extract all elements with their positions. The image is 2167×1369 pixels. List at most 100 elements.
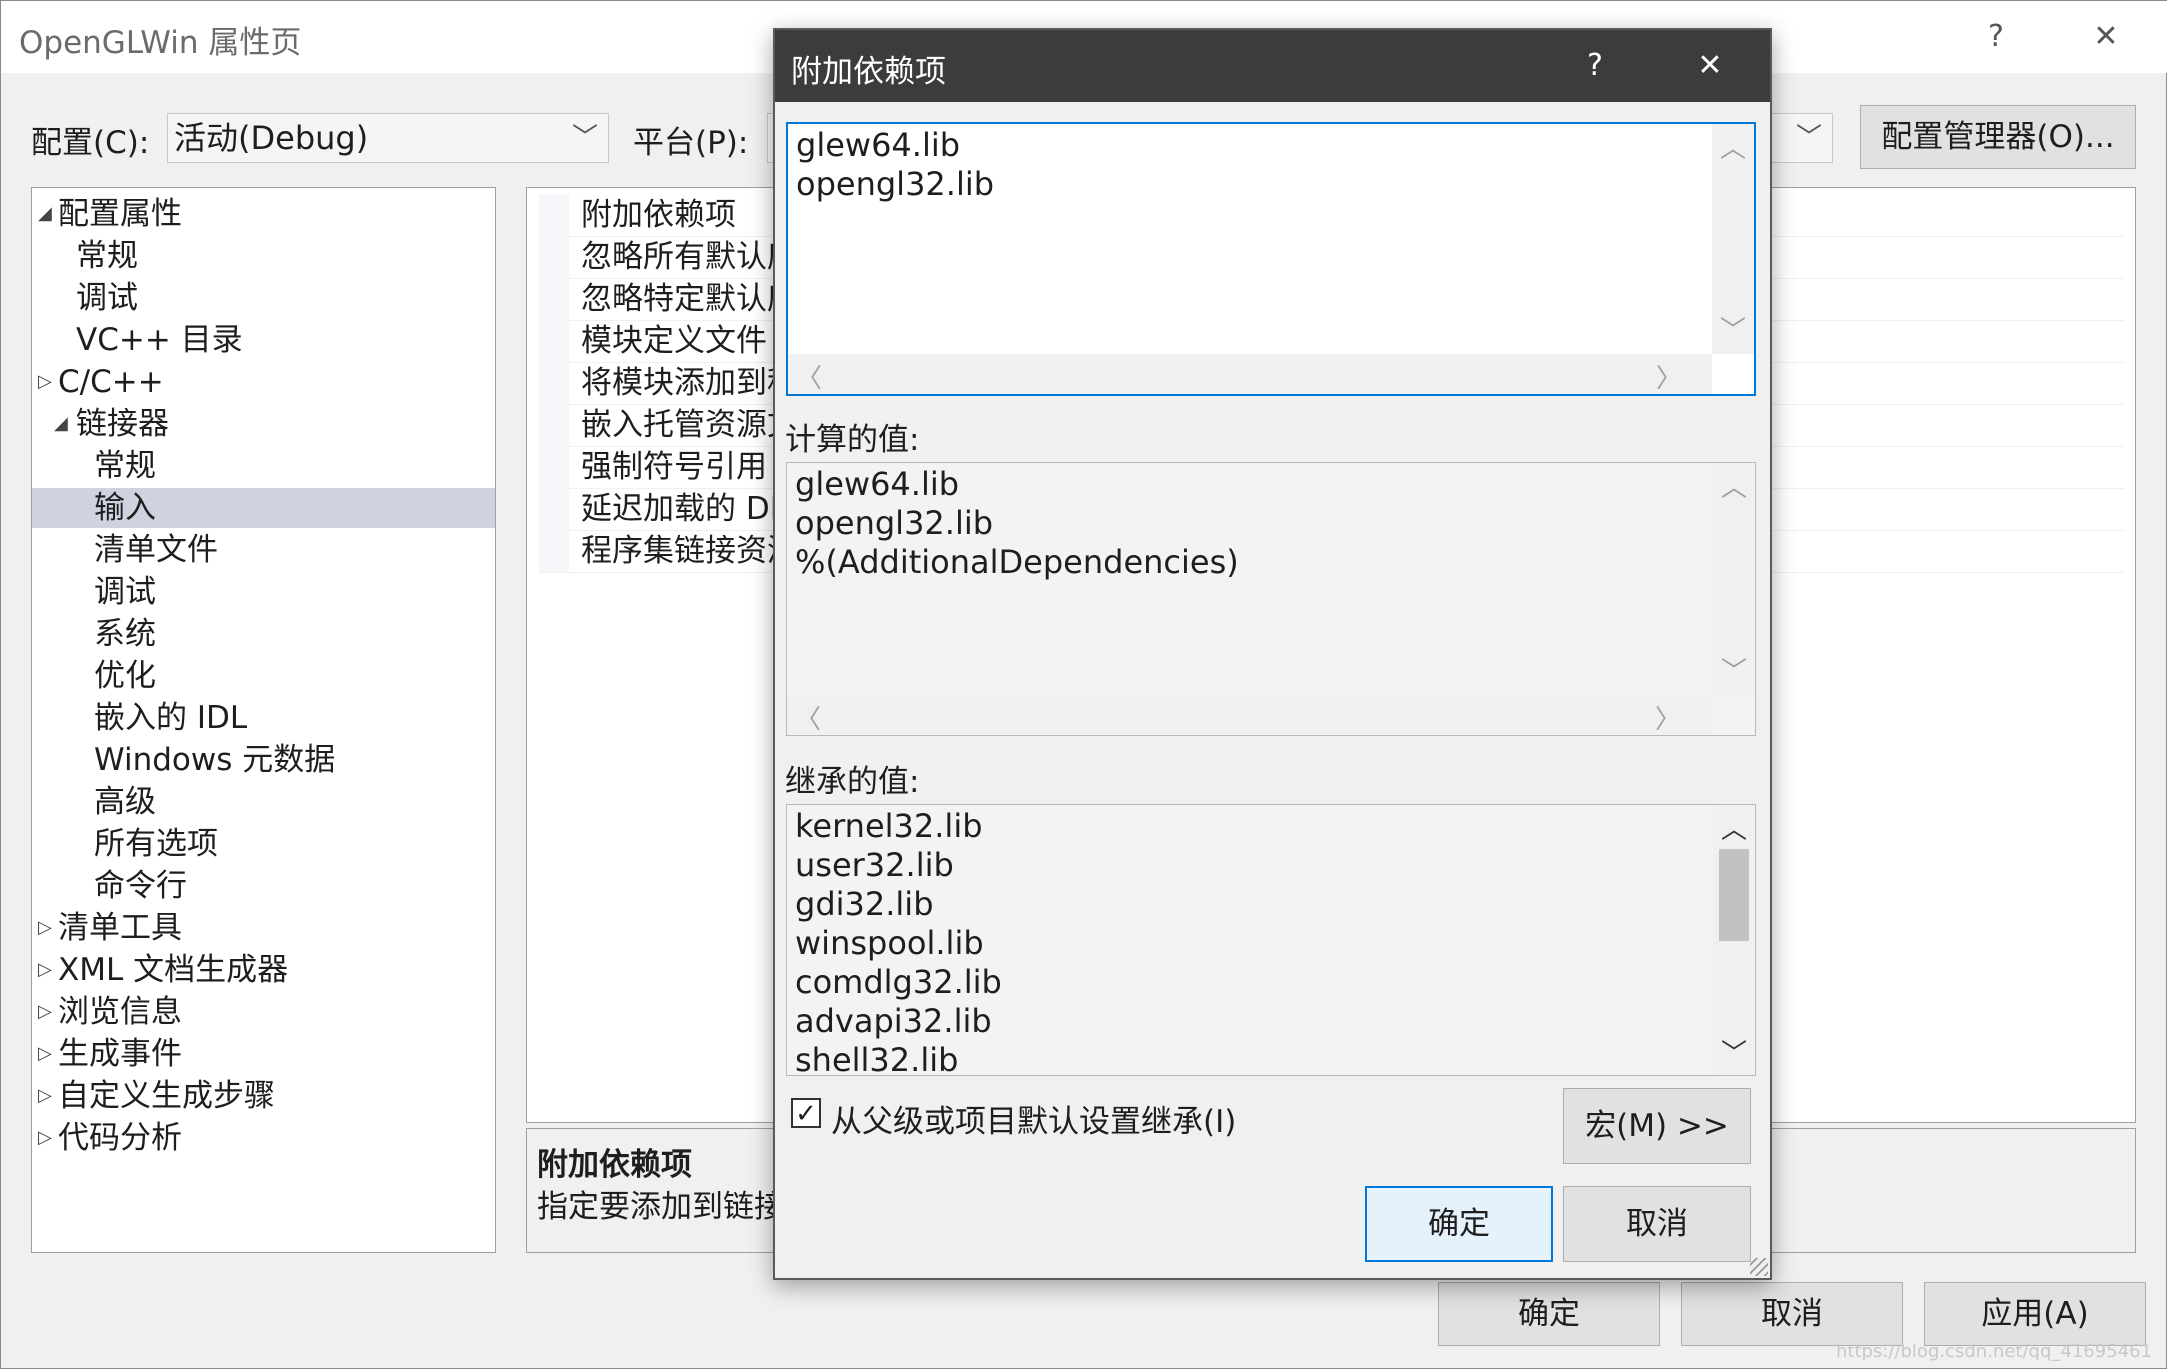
tree-item-label: 生成事件 xyxy=(58,1036,182,1072)
vertical-scrollbar[interactable]: ︿ ﹀ xyxy=(1713,463,1755,695)
tree-item[interactable]: 调试 xyxy=(32,278,495,318)
property-name: 嵌入托管资源文 xyxy=(581,407,798,443)
tree-item-label: 常规 xyxy=(76,238,138,274)
description-text: 指定要添加到链接 xyxy=(537,1189,785,1225)
expand-arrow-icon[interactable]: ▷ xyxy=(38,1118,52,1158)
property-name: 将模块添加到程 xyxy=(581,365,798,401)
tree-item-label: 浏览信息 xyxy=(58,994,182,1030)
horizontal-scrollbar[interactable]: 〈 〉 xyxy=(787,695,1713,735)
dialog-title: 附加依赖项 xyxy=(791,54,946,90)
inherit-checkbox-label[interactable]: 从父级或项目默认设置继承(I) xyxy=(831,1096,1236,1141)
row-gutter xyxy=(539,362,569,404)
tree-item-label: 清单文件 xyxy=(94,532,218,568)
tree-item[interactable]: ▷ XML 文档生成器 xyxy=(32,950,495,990)
expand-arrow-icon[interactable]: ▷ xyxy=(38,992,52,1032)
macro-button[interactable]: 宏(M) >> xyxy=(1563,1088,1751,1164)
tree-item[interactable]: 清单文件 xyxy=(32,530,495,570)
tree-item[interactable]: ▷ C/C++ xyxy=(32,362,495,402)
close-icon[interactable]: ✕ xyxy=(2071,1,2141,73)
tree-item[interactable]: ▷ 代码分析 xyxy=(32,1118,495,1158)
close-icon[interactable]: ✕ xyxy=(1675,30,1745,102)
dependencies-edit-box[interactable]: glew64.lib opengl32.lib ︿ ﹀ 〈 〉 xyxy=(786,122,1756,396)
scroll-down-icon[interactable]: ﹀ xyxy=(1712,310,1754,347)
row-gutter xyxy=(539,194,569,236)
tree-item-label: 常规 xyxy=(94,448,156,484)
ok-button[interactable]: 确定 xyxy=(1438,1282,1660,1346)
tree-item-label: 系统 xyxy=(94,616,156,652)
tree-item[interactable]: 嵌入的 IDL xyxy=(32,698,495,738)
additional-dependencies-dialog: 附加依赖项 ? ✕ glew64.lib opengl32.lib ︿ ﹀ 〈 〉… xyxy=(773,28,1772,1280)
tree-item-label: 所有选项 xyxy=(94,826,218,862)
scroll-thumb[interactable] xyxy=(1719,849,1749,941)
row-gutter xyxy=(539,488,569,530)
inherit-checkbox[interactable]: ✓ xyxy=(791,1098,821,1128)
tree-item[interactable]: 系统 xyxy=(32,614,495,654)
tree-item[interactable]: 优化 xyxy=(32,656,495,696)
inherited-values-label: 继承的值: xyxy=(785,764,920,800)
help-icon[interactable]: ? xyxy=(1565,30,1625,102)
row-gutter xyxy=(539,530,569,572)
tree-item[interactable]: ▷ 清单工具 xyxy=(32,908,495,948)
vertical-scrollbar[interactable]: ︿ ﹀ xyxy=(1712,124,1754,354)
config-label: 配置(C): xyxy=(31,125,150,161)
row-gutter xyxy=(539,446,569,488)
tree-item-label: 高级 xyxy=(94,784,156,820)
config-manager-button[interactable]: 配置管理器(O)... xyxy=(1860,105,2136,169)
tree-item[interactable]: 所有选项 xyxy=(32,824,495,864)
chevron-down-icon: ﹀ xyxy=(571,123,598,153)
scroll-up-icon[interactable]: ︿ xyxy=(1713,809,1755,846)
vertical-scrollbar[interactable]: ︿ ﹀ xyxy=(1713,805,1755,1075)
scroll-up-icon[interactable]: ︿ xyxy=(1713,467,1755,504)
tree-item-label: 清单工具 xyxy=(58,910,182,946)
scroll-up-icon[interactable]: ︿ xyxy=(1712,128,1754,165)
tree-item[interactable]: 高级 xyxy=(32,782,495,822)
property-name: 强制符号引用 xyxy=(581,449,767,485)
text-line: gdi32.lib xyxy=(795,885,934,923)
scroll-left-icon[interactable]: 〈 xyxy=(787,699,829,735)
scroll-down-icon[interactable]: ﹀ xyxy=(1713,1033,1755,1070)
cancel-button[interactable]: 取消 xyxy=(1681,1282,1903,1346)
horizontal-scrollbar[interactable]: 〈 〉 xyxy=(788,354,1712,394)
chevron-down-icon: ﹀ xyxy=(1795,123,1822,153)
dialog-cancel-button[interactable]: 取消 xyxy=(1563,1186,1751,1262)
tree-item[interactable]: Windows 元数据 xyxy=(32,740,495,780)
expand-arrow-icon[interactable]: ▷ xyxy=(38,1076,52,1116)
config-combo[interactable]: 活动(Debug) ﹀ xyxy=(167,113,609,163)
tree-item[interactable]: 常规 xyxy=(32,236,495,276)
resize-grip-icon[interactable] xyxy=(1750,1258,1768,1276)
tree-item[interactable]: 命令行 xyxy=(32,866,495,906)
tree-item[interactable]: ▷ 生成事件 xyxy=(32,1034,495,1074)
expand-arrow-icon[interactable]: ▷ xyxy=(38,950,52,990)
collapse-arrow-icon[interactable]: ◢ xyxy=(54,404,68,444)
scroll-left-icon[interactable]: 〈 xyxy=(788,358,830,394)
settings-tree: ◢ 配置属性 常规 调试 VC++ 目录 ▷ C/C++ ◢ 链接器 常规 输入 清单文件 调试 系统 优化… xyxy=(31,187,496,1253)
tree-item[interactable]: 输入 xyxy=(32,488,495,528)
scroll-right-icon[interactable]: 〉 xyxy=(1647,699,1689,735)
tree-item[interactable]: VC++ 目录 xyxy=(32,320,495,360)
tree-item[interactable]: 调试 xyxy=(32,572,495,612)
collapse-arrow-icon[interactable]: ◢ xyxy=(38,194,52,234)
check-icon: ✓ xyxy=(795,1099,817,1129)
tree-item-label: VC++ 目录 xyxy=(76,322,243,358)
tree-item[interactable]: ◢ 配置属性 xyxy=(32,194,495,234)
expand-arrow-icon[interactable]: ▷ xyxy=(38,1034,52,1074)
tree-item-label: 调试 xyxy=(94,574,156,610)
tree-item[interactable]: 常规 xyxy=(32,446,495,486)
property-name: 忽略特定默认库 xyxy=(581,281,798,317)
expand-arrow-icon[interactable]: ▷ xyxy=(38,362,52,402)
expand-arrow-icon[interactable]: ▷ xyxy=(38,908,52,948)
text-line: advapi32.lib xyxy=(795,1002,992,1040)
computed-values-label: 计算的值: xyxy=(785,422,920,458)
scroll-right-icon[interactable]: 〉 xyxy=(1648,358,1690,394)
text-line: %(AdditionalDependencies) xyxy=(795,543,1239,581)
scroll-down-icon[interactable]: ﹀ xyxy=(1713,651,1755,688)
tree-item[interactable]: ▷ 自定义生成步骤 xyxy=(32,1076,495,1116)
tree-item-label: C/C++ xyxy=(58,364,164,400)
tree-item[interactable]: ◢ 链接器 xyxy=(32,404,495,444)
tree-item[interactable]: ▷ 浏览信息 xyxy=(32,992,495,1032)
apply-button[interactable]: 应用(A) xyxy=(1924,1282,2146,1346)
help-icon[interactable]: ? xyxy=(1961,1,2031,73)
text-line: winspool.lib xyxy=(795,924,984,962)
dialog-ok-button[interactable]: 确定 xyxy=(1365,1186,1553,1262)
watermark-text: https://blog.csdn.net/qq_41695461 xyxy=(1835,1341,2152,1362)
